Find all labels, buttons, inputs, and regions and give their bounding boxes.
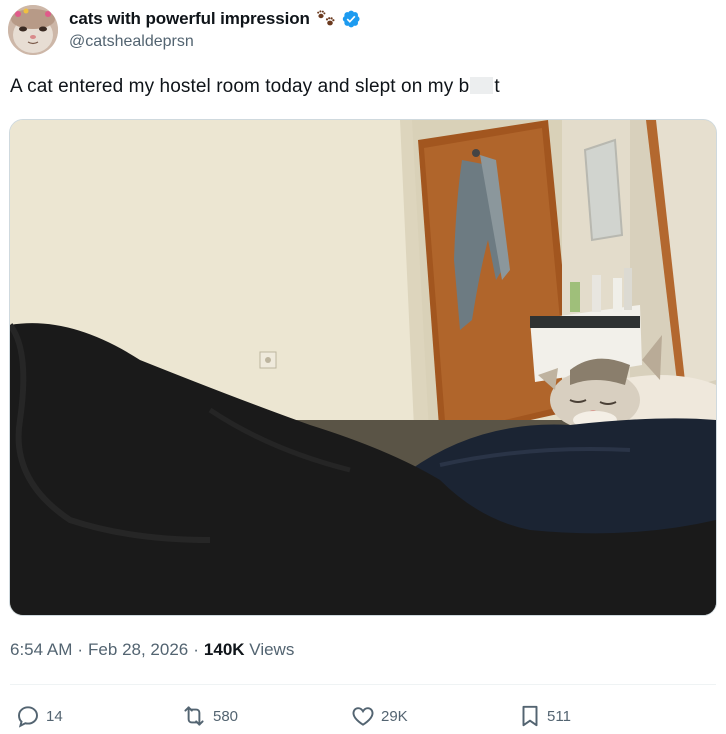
like-button[interactable]: 29K: [350, 700, 408, 732]
tweet-header: cats with powerful impression @catsheald…: [8, 5, 708, 57]
tweet-time[interactable]: 6:54 AM: [10, 640, 72, 659]
tweet-date[interactable]: Feb 28, 2026: [88, 640, 188, 659]
tweet-text-end: t: [494, 76, 500, 97]
bookmark-button[interactable]: 511: [518, 700, 571, 732]
bookmark-icon: [522, 705, 538, 727]
user-handle[interactable]: @catshealdeprsn: [69, 33, 361, 51]
paw-prints-icon: [316, 10, 338, 28]
views-label: Views: [249, 640, 295, 659]
heart-icon: [352, 707, 374, 726]
tweet-text-start: A cat entered my hostel room today and s…: [10, 76, 470, 97]
reply-count: 14: [46, 707, 63, 725]
reply-button[interactable]: 14: [15, 700, 63, 732]
meta-separator: ·: [77, 640, 84, 659]
display-name[interactable]: cats with powerful impression: [69, 9, 310, 29]
tweet-text: A cat entered my hostel room today and s…: [10, 76, 500, 98]
meta-separator: ·: [193, 640, 199, 659]
reply-icon: [18, 706, 38, 728]
repost-count: 580: [213, 707, 239, 725]
verified-badge-icon: [341, 9, 361, 29]
tweet-media[interactable]: [9, 119, 717, 616]
bookmark-count: 511: [547, 707, 571, 725]
views-count: 140K: [203, 640, 245, 659]
repost-icon: [184, 706, 204, 726]
avatar[interactable]: [8, 5, 58, 55]
avatar-image: [8, 5, 58, 55]
action-bar: 14 580 29K 511: [0, 700, 726, 732]
repost-button[interactable]: 580: [180, 700, 238, 732]
censor-block: [470, 77, 494, 94]
media-photo: [10, 120, 716, 615]
like-count: 29K: [381, 707, 408, 725]
divider: [10, 684, 716, 685]
tweet-meta: 6:54 AM · Feb 28, 2026 · 140K Views: [10, 640, 294, 660]
